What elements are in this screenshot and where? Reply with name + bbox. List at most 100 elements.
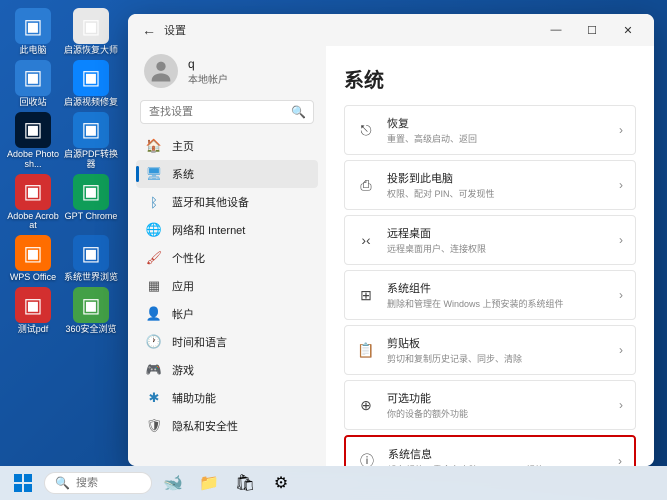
settings-card[interactable]: ⊞系统组件删除和管理在 Windows 上预安装的系统组件› xyxy=(344,270,636,320)
nav-icon: 🖥 xyxy=(146,166,162,182)
card-subtitle: 你的设备的额外功能 xyxy=(387,407,607,420)
app-label: Adobe Photosh... xyxy=(5,150,61,170)
nav-icon: 🛡 xyxy=(146,418,162,434)
nav-item[interactable]: 👤帐户 xyxy=(136,300,318,328)
nav-label: 系统 xyxy=(172,166,194,182)
window-title: 设置 xyxy=(164,22,538,38)
settings-card[interactable]: ⎋恢复重置、高级启动、返回› xyxy=(344,105,636,155)
app-label: 启源PDF转换器 xyxy=(63,150,119,170)
nav-label: 游戏 xyxy=(172,362,194,378)
app-label: GPT Chrome xyxy=(65,212,118,222)
desktop-icon[interactable]: ▣WPS Office xyxy=(5,235,61,283)
nav-item[interactable]: 🖥 系统 xyxy=(136,160,318,188)
nav-item[interactable]: 🖌个性化 xyxy=(136,244,318,272)
app-label: 启源恢复大师 xyxy=(64,46,118,56)
desktop-icon[interactable]: ▣回收站 xyxy=(5,60,61,108)
desktop-icon[interactable]: ▣360安全浏览 xyxy=(63,287,119,335)
nav-label: 帐户 xyxy=(172,306,194,322)
app-label: Adobe Acrobat xyxy=(5,212,61,232)
app-icon: ▣ xyxy=(73,112,109,148)
taskbar: 🔍 🐋 📁 🛍 ⚙ xyxy=(0,466,667,500)
app-icon: ▣ xyxy=(15,174,51,210)
nav-icon: ᛒ xyxy=(146,194,162,210)
search-box[interactable]: 🔍 xyxy=(140,100,314,124)
settings-card[interactable]: ⎙投影到此电脑权限、配对 PIN、可发现性› xyxy=(344,160,636,210)
page-heading: 系统 xyxy=(344,64,636,93)
taskbar-settings-icon[interactable]: ⚙ xyxy=(266,469,296,497)
close-button[interactable]: ✕ xyxy=(610,16,646,44)
app-label: 此电脑 xyxy=(19,46,46,56)
nav-item[interactable]: ✱ 辅助功能 xyxy=(136,384,318,412)
nav-label: 网络和 Internet xyxy=(172,222,245,238)
nav-item[interactable]: 🕐 时间和语言 xyxy=(136,328,318,356)
nav-item[interactable]: 🏠 主页 xyxy=(136,132,318,160)
desktop-icon[interactable]: ▣启源视频修复 xyxy=(63,60,119,108)
settings-window: ← 设置 — ☐ ✕ q 本地帐户 🔍 🏠 主页 🖥 系统 ᛒ蓝牙和其他设备 🌐 xyxy=(128,14,654,466)
card-icon: ⓘ xyxy=(358,452,376,466)
content-panel: 系统 ⎋恢复重置、高级启动、返回›⎙投影到此电脑权限、配对 PIN、可发现性››… xyxy=(326,46,654,466)
avatar-icon xyxy=(144,54,178,88)
settings-card[interactable]: ⓘ系统信息设备规格、重命名电脑、Windows 规格› xyxy=(344,435,636,466)
card-icon: ⊕ xyxy=(357,396,375,414)
card-title: 恢复 xyxy=(387,115,607,131)
chevron-right-icon: › xyxy=(618,454,622,466)
app-icon: ▣ xyxy=(15,287,51,323)
card-icon: ›‹ xyxy=(357,231,375,249)
settings-card[interactable]: ⊕ 可选功能你的设备的额外功能 › xyxy=(344,380,636,430)
app-icon: ▣ xyxy=(15,235,51,271)
app-label: 启源视频修复 xyxy=(64,98,118,108)
back-button[interactable]: ← xyxy=(136,17,162,43)
app-icon: ▣ xyxy=(73,287,109,323)
app-icon: ▣ xyxy=(73,8,109,44)
chevron-right-icon: › xyxy=(619,343,623,357)
search-icon: 🔍 xyxy=(55,476,70,490)
minimize-button[interactable]: — xyxy=(538,16,574,44)
start-button[interactable] xyxy=(8,469,38,497)
chevron-right-icon: › xyxy=(619,123,623,137)
desktop-icon[interactable]: ▣启源PDF转换器 xyxy=(63,112,119,170)
left-panel: q 本地帐户 🔍 🏠 主页 🖥 系统 ᛒ蓝牙和其他设备 🌐 网络和 Internet 🖌个性化… xyxy=(128,46,326,466)
desktop-icon[interactable]: ▣ 此电脑 xyxy=(5,8,61,56)
nav-item[interactable]: ᛒ蓝牙和其他设备 xyxy=(136,188,318,216)
taskbar-app-1[interactable]: 🐋 xyxy=(158,469,188,497)
desktop-icon[interactable]: ▣Adobe Acrobat xyxy=(5,174,61,232)
nav-icon: 🌐 xyxy=(146,222,162,238)
desktop-icon[interactable]: ▣测试pdf xyxy=(5,287,61,335)
desktop-icon[interactable]: ▣Adobe Photosh... xyxy=(5,112,61,170)
card-subtitle: 远程桌面用户、连接权限 xyxy=(387,242,607,255)
app-icon: ▣ xyxy=(15,112,51,148)
taskbar-search-input[interactable] xyxy=(76,477,141,489)
nav-icon: ✱ xyxy=(146,390,162,406)
desktop-icon[interactable]: ▣ GPT Chrome xyxy=(63,174,119,232)
nav-label: 时间和语言 xyxy=(172,334,227,350)
nav-list: 🏠 主页 🖥 系统 ᛒ蓝牙和其他设备 🌐 网络和 Internet 🖌个性化▦应用👤帐户 🕐 时间… xyxy=(136,132,318,458)
card-title: 可选功能 xyxy=(387,390,607,406)
card-title: 系统信息 xyxy=(388,446,606,462)
app-icon: ▣ xyxy=(15,8,51,44)
nav-label: 主页 xyxy=(172,138,194,154)
nav-item[interactable]: 🛡隐私和安全性 xyxy=(136,412,318,440)
taskbar-app-2[interactable]: 📁 xyxy=(194,469,224,497)
card-icon: 📋 xyxy=(357,341,375,359)
nav-label: 辅助功能 xyxy=(172,390,216,406)
nav-item[interactable]: ▦应用 xyxy=(136,272,318,300)
nav-item[interactable]: 🎮游戏 xyxy=(136,356,318,384)
nav-item[interactable]: 🌐 网络和 Internet xyxy=(136,216,318,244)
nav-icon: ▦ xyxy=(146,278,162,294)
app-icon: ▣ xyxy=(73,174,109,210)
nav-icon: 🏠 xyxy=(146,138,162,154)
desktop-icon[interactable]: ▣系统世界浏览 xyxy=(63,235,119,283)
settings-card[interactable]: 📋剪贴板剪切和复制历史记录、同步、清除› xyxy=(344,325,636,375)
app-label: 系统世界浏览 xyxy=(64,273,118,283)
desktop-icon[interactable]: ▣ 启源恢复大师 xyxy=(63,8,119,56)
maximize-button[interactable]: ☐ xyxy=(574,16,610,44)
taskbar-app-3[interactable]: 🛍 xyxy=(230,469,260,497)
nav-icon: 🕐 xyxy=(146,334,162,350)
nav-icon: 🖌 xyxy=(146,250,162,266)
taskbar-search[interactable]: 🔍 xyxy=(44,472,152,494)
app-icon: ▣ xyxy=(15,60,51,96)
search-input[interactable] xyxy=(149,106,291,118)
chevron-right-icon: › xyxy=(619,398,623,412)
settings-card[interactable]: ›‹远程桌面远程桌面用户、连接权限› xyxy=(344,215,636,265)
profile-block[interactable]: q 本地帐户 xyxy=(136,50,318,98)
